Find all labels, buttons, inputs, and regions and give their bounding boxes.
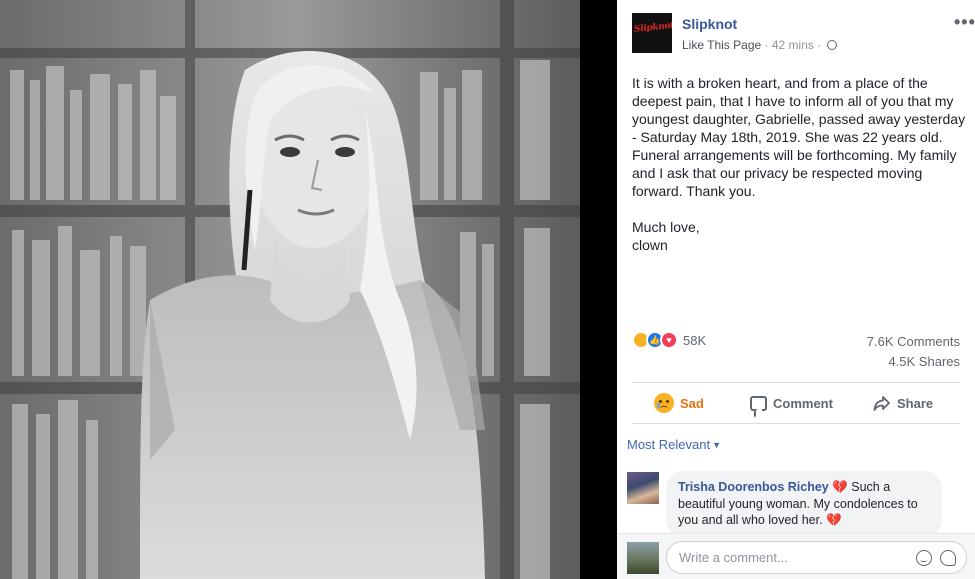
post-signoff-line: Much love, [632, 219, 700, 235]
meta-separator-2: · [813, 38, 825, 52]
comment-author-link[interactable]: Trisha Doorenbos Richey [678, 480, 829, 494]
post-header: Slipknot Slipknot Like This Page · 42 mi… [632, 13, 975, 53]
comment-icon [750, 395, 767, 411]
share-button[interactable]: Share [873, 393, 933, 413]
broken-heart-icon-2: 💔 [826, 513, 842, 527]
meta-separator: · [761, 38, 772, 52]
comment-sort-dropdown[interactable]: Most Relevant ▼ [627, 437, 721, 452]
reaction-button-label: Sad [680, 395, 704, 411]
current-user-avatar [627, 542, 659, 574]
reaction-button[interactable]: Sad [654, 393, 704, 413]
comment-bubble: Trisha Doorenbos Richey 💔 Such a beautif… [666, 471, 942, 537]
commenter-avatar[interactable] [627, 472, 659, 504]
post-photo[interactable] [0, 0, 590, 579]
sticker-icon[interactable] [940, 550, 956, 566]
page-avatar[interactable]: Slipknot [632, 13, 672, 53]
post-time[interactable]: 42 mins [772, 38, 814, 52]
broken-heart-icon: 💔 [832, 480, 848, 494]
comment-button-label: Comment [773, 395, 833, 411]
emoji-icon[interactable] [916, 550, 932, 566]
sad-face-icon [654, 393, 674, 413]
comment-input[interactable]: Write a comment... [666, 541, 967, 574]
love-reaction-icon: ♥ [660, 331, 678, 349]
post-paragraph: It is with a broken heart, and from a pl… [632, 75, 966, 199]
action-bar: Sad Comment Share [632, 382, 960, 424]
globe-icon [826, 40, 837, 50]
share-button-label: Share [897, 395, 934, 411]
shares-count-link[interactable]: 4.5K Shares [888, 354, 960, 369]
like-page-link[interactable]: Like This Page [682, 38, 761, 52]
write-comment-row: Write a comment... [617, 533, 975, 579]
comments-count-link[interactable]: 7.6K Comments [867, 334, 960, 349]
comment-input-placeholder: Write a comment... [679, 550, 788, 565]
post-body: It is with a broken heart, and from a pl… [632, 74, 968, 254]
post-meta: Like This Page · 42 mins · [682, 38, 837, 52]
post-panel: Slipknot Slipknot Like This Page · 42 mi… [617, 0, 975, 579]
comment-button[interactable]: Comment [750, 393, 833, 413]
comment-item: Trisha Doorenbos Richey 💔 Such a beautif… [627, 471, 967, 537]
reaction-count[interactable]: 58K [683, 333, 706, 348]
more-options-icon[interactable]: ••• [954, 13, 975, 31]
reactions-summary: 👍 ♥ 58K 7.6K Comments 4.5K Shares [632, 329, 960, 369]
share-arrow-icon [873, 396, 890, 411]
page-name-link[interactable]: Slipknot [682, 16, 737, 32]
chevron-down-icon: ▼ [712, 440, 722, 450]
comment-sort-label: Most Relevant [627, 437, 711, 452]
post-signature: clown [632, 237, 668, 253]
slipknot-logo: Slipknot [633, 20, 672, 35]
portrait-image [0, 0, 590, 579]
